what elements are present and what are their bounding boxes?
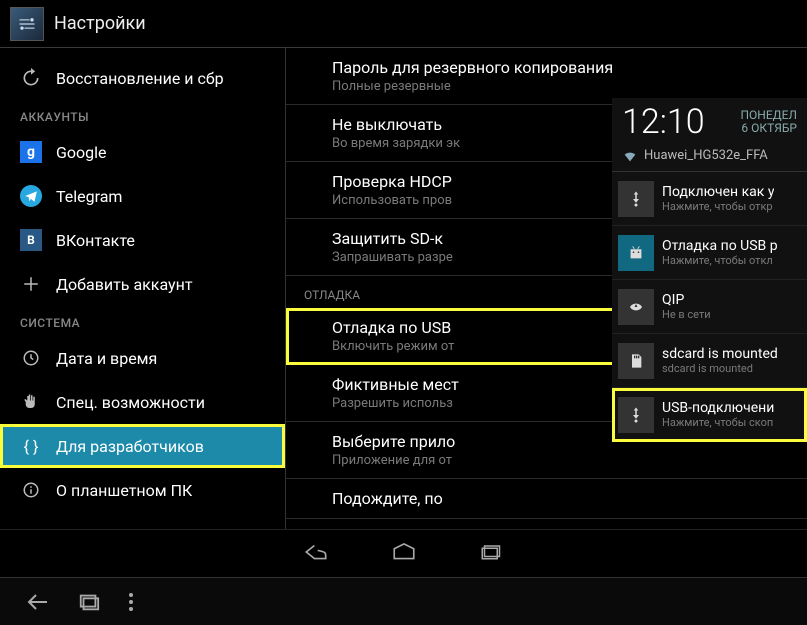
section-accounts: Аккаунты [0,100,285,130]
hand-icon [20,391,42,413]
settings-sidebar: Восстановление и сбр Аккаунты g Google T… [0,48,285,568]
usb-icon [618,181,654,217]
vk-icon: B [20,229,42,251]
notif-qip[interactable]: QIP Не в сети [612,280,807,334]
sliders-icon [17,14,37,34]
clock-icon [20,347,42,369]
app-header: Настройки [0,0,807,48]
sidebar-item-telegram[interactable]: Telegram [0,174,285,218]
sidebar-item-add-account[interactable]: Добавить аккаунт [0,262,285,306]
sidebar-item-accessibility[interactable]: Спец. возможности [0,380,285,424]
clock-date: ПОНЕДЕЛ 6 ОКТЯБР [740,109,797,135]
bottom-toolbar [0,577,807,625]
sidebar-item-label: Добавить аккаунт [56,275,193,294]
sidebar-item-label: Спец. возможности [56,393,205,412]
bottom-recent-button[interactable] [78,592,100,612]
notif-usb-debug[interactable]: Отладка по USB р Нажмите, чтобы откл [612,226,807,280]
sidebar-item-label: Google [56,143,107,162]
info-icon [20,479,42,501]
settings-app-icon [10,7,44,41]
sidebar-item-vk[interactable]: B ВКонтакте [0,218,285,262]
sidebar-item-restore[interactable]: Восстановление и сбр [0,56,285,100]
notif-sdcard[interactable]: sdcard is mounted sdcard is mounted [612,334,807,388]
notification-panel: 12:10 ПОНЕДЕЛ 6 ОКТЯБР Huawei_HG532e_FFA… [612,98,807,442]
notif-usb-connection[interactable]: USB-подключени Нажмите, чтобы скоп [612,388,807,442]
sidebar-item-developer[interactable]: { } Для разработчиков [0,424,285,468]
page-title: Настройки [54,13,146,34]
sidebar-item-google[interactable]: g Google [0,130,285,174]
bottom-back-button[interactable] [26,592,50,612]
sidebar-item-label: О планшетном ПК [56,481,192,500]
telegram-icon [20,185,42,207]
setting-wait[interactable]: Подождите, по [286,479,807,519]
wifi-status[interactable]: Huawei_HG532e_FFA [622,148,797,163]
sidebar-item-about[interactable]: О планшетном ПК [0,468,285,512]
settings-detail: Пароль для резервного копирования Полные… [285,48,807,568]
usb-icon [618,397,654,433]
plus-icon [20,273,42,295]
sdcard-icon [618,343,654,379]
sidebar-item-label: Дата и время [56,349,157,368]
bottom-menu-button[interactable] [128,592,134,612]
wifi-icon [622,149,638,163]
qip-icon [618,289,654,325]
sidebar-item-label: Telegram [56,187,122,206]
setting-backup-password[interactable]: Пароль для резервного копирования Полные… [286,48,807,105]
nav-recent-button[interactable] [473,538,511,566]
section-system: Система [0,306,285,336]
sidebar-item-label: ВКонтакте [56,231,135,250]
nav-back-button[interactable] [297,538,335,566]
nav-home-button[interactable] [385,538,423,566]
android-icon [618,235,654,271]
notif-usb-connected[interactable]: Подключен как у Нажмите, чтобы откр [612,172,807,226]
system-navbar [0,529,807,573]
sidebar-item-datetime[interactable]: Дата и время [0,336,285,380]
restore-icon [20,67,42,89]
braces-icon: { } [20,435,42,457]
clock-time: 12:10 [622,102,705,142]
notif-header: 12:10 ПОНЕДЕЛ 6 ОКТЯБР Huawei_HG532e_FFA [612,98,807,172]
sidebar-item-label: Восстановление и сбр [56,69,224,88]
sidebar-item-label: Для разработчиков [56,437,204,456]
google-icon: g [20,141,42,163]
